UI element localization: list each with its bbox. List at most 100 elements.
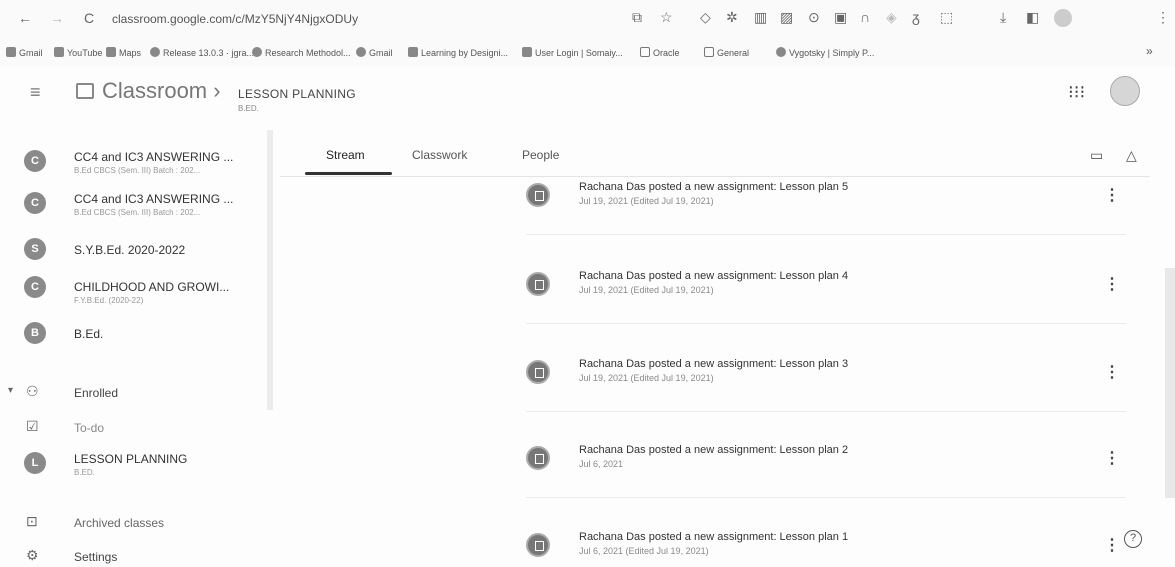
more-options-icon[interactable]: ⋮ [1104, 535, 1120, 555]
extension-icon[interactable]: ▥ [754, 9, 767, 26]
help-icon[interactable]: ? [1124, 530, 1142, 548]
install-icon[interactable]: ⧉ [632, 9, 642, 26]
stream-post[interactable]: Rachana Das posted a new assignment: Les… [526, 181, 1126, 223]
archive-icon: ⊡ [26, 513, 38, 529]
more-options-icon[interactable]: ⋮ [1104, 448, 1120, 468]
browser-menu-icon[interactable]: ⋮ [1156, 9, 1170, 26]
stream-post[interactable]: Rachana Das posted a new assignment: Les… [526, 531, 1126, 567]
sidebar-class-item[interactable]: L LESSON PLANNING B.ED. [0, 448, 265, 490]
arrow-left-icon[interactable]: ← [18, 10, 32, 26]
todo-label: To-do [74, 421, 105, 435]
assignment-icon [526, 183, 550, 207]
post-title: Rachana Das posted a new assignment: Les… [579, 531, 849, 543]
bookmark-general[interactable]: General [704, 47, 749, 58]
class-name: S.Y.B.Ed. 2020-2022 [74, 243, 186, 257]
address-bar[interactable]: classroom.google.com/c/MzY5NjY4NjgxODUy [112, 12, 358, 26]
account-avatar[interactable] [1110, 76, 1140, 106]
extension-icon[interactable]: ∩ [860, 9, 870, 25]
sidebar-scrollbar[interactable] [267, 130, 273, 410]
github-icon [150, 47, 160, 57]
extension-icon[interactable]: ▣ [834, 9, 847, 26]
menu-icon[interactable]: ≡ [30, 82, 41, 103]
puzzle-icon[interactable]: ⬚ [940, 9, 953, 26]
post-divider [526, 234, 1126, 235]
stream-post[interactable]: Rachana Das posted a new assignment: Les… [526, 444, 1126, 486]
extension-icon[interactable]: ◈ [886, 9, 897, 26]
google-icon [252, 47, 262, 57]
tab-stream[interactable]: Stream [326, 148, 365, 162]
sidebar-class-item[interactable]: B B.Ed. [0, 320, 265, 362]
bookmark-user-login[interactable]: User Login | Somaiy... [522, 47, 623, 58]
more-options-icon[interactable]: ⋮ [1104, 362, 1120, 382]
sidebar: C CC4 and IC3 ANSWERING ... B.Ed CBCS (S… [0, 130, 280, 567]
sidebar-settings[interactable]: ⚙ Settings [0, 544, 265, 567]
bookmark-star-icon[interactable]: ☆ [660, 9, 673, 26]
archived-label: Archived classes [74, 516, 165, 530]
bookmark-maps[interactable]: Maps [106, 47, 141, 58]
more-bookmarks-icon[interactable]: » [1146, 44, 1153, 58]
extension-icon[interactable]: ◇ [700, 9, 711, 26]
profile-avatar[interactable] [1054, 9, 1072, 27]
tab-classwork[interactable]: Classwork [412, 148, 467, 162]
bookmark-youtube[interactable]: YouTube [54, 47, 102, 58]
class-section: F.Y.B.Ed. (2020-22) [74, 296, 144, 305]
stream-post[interactable]: Rachana Das posted a new assignment: Les… [526, 358, 1126, 400]
post-divider [526, 323, 1126, 324]
post-divider [526, 497, 1126, 498]
page-scrollbar[interactable] [1165, 268, 1175, 498]
class-name: CHILDHOOD AND GROWI... [74, 280, 230, 294]
stream-post[interactable]: Rachana Das posted a new assignment: Les… [526, 270, 1126, 312]
sidebar-class-item[interactable]: C CHILDHOOD AND GROWI... F.Y.B.Ed. (2020… [0, 270, 265, 312]
tab-people[interactable]: People [522, 148, 559, 162]
bookmark-oracle[interactable]: Oracle [640, 47, 680, 58]
maps-icon [106, 47, 116, 57]
bookmark-release[interactable]: Release 13.0.3 · jgra... [150, 47, 254, 58]
app-title[interactable]: Classroom › [102, 78, 221, 104]
todo-icon: ☑ [26, 418, 39, 434]
bookmark-gmail-2[interactable]: Gmail [356, 47, 393, 58]
post-title: Rachana Das posted a new assignment: Les… [579, 444, 849, 456]
chevron-down-icon[interactable]: ▾ [8, 385, 13, 396]
assignment-icon [526, 360, 550, 384]
course-section: B.ED. [238, 104, 259, 113]
class-avatar: L [24, 452, 46, 474]
class-name: LESSON PLANNING [74, 452, 188, 466]
download-icon[interactable]: ⤓ [1000, 9, 1006, 26]
bookmark-research[interactable]: Research Methodol... [252, 47, 351, 58]
extension-icon[interactable]: ✲ [726, 9, 738, 26]
class-section: B.ED. [74, 468, 95, 477]
reload-icon[interactable]: C [84, 10, 94, 26]
extension-icon[interactable]: ⊙ [808, 9, 820, 26]
apps-grid-icon[interactable]: ⁝⁝⁝ [1068, 82, 1085, 103]
tab-divider [280, 176, 1150, 177]
assignment-icon [526, 272, 550, 296]
bookmark-gmail[interactable]: Gmail [6, 47, 43, 58]
class-section: B.Ed CBCS (Sem. III) Batch : 202... [74, 166, 201, 175]
class-name: CC4 and IC3 ANSWERING ... [74, 192, 234, 206]
settings-label: Settings [74, 550, 118, 564]
class-avatar: S [24, 238, 46, 260]
page-icon [522, 47, 532, 57]
youtube-icon [54, 47, 64, 57]
sidebar-class-item[interactable]: C CC4 and IC3 ANSWERING ... B.Ed CBCS (S… [0, 188, 265, 230]
drive-icon[interactable]: △ [1126, 147, 1137, 164]
post-date: Jul 6, 2021 (Edited Jul 19, 2021) [579, 546, 709, 556]
post-divider [526, 411, 1126, 412]
more-options-icon[interactable]: ⋮ [1104, 274, 1120, 294]
sidebar-class-item[interactable]: C CC4 and IC3 ANSWERING ... B.Ed CBCS (S… [0, 146, 265, 188]
sidepanel-icon[interactable]: ◧ [1026, 9, 1039, 26]
post-date: Jul 19, 2021 (Edited Jul 19, 2021) [579, 285, 714, 295]
bookmark-vygotsky[interactable]: Vygotsky | Simply P... [776, 47, 874, 58]
arrow-right-icon[interactable]: → [50, 10, 64, 26]
calendar-icon[interactable]: ▭ [1090, 147, 1103, 164]
extension-icon[interactable]: ᵹ [912, 9, 920, 25]
class-avatar: B [24, 322, 46, 344]
extension-icon[interactable]: ▨ [780, 9, 793, 26]
page-icon [776, 47, 786, 57]
google-icon [356, 47, 366, 57]
course-title[interactable]: LESSON PLANNING [238, 87, 356, 101]
more-options-icon[interactable]: ⋮ [1104, 185, 1120, 205]
bookmark-learning[interactable]: Learning by Designi... [408, 47, 508, 58]
post-date: Jul 6, 2021 [579, 459, 624, 469]
class-section: B.Ed CBCS (Sem. III) Batch : 202... [74, 208, 201, 217]
